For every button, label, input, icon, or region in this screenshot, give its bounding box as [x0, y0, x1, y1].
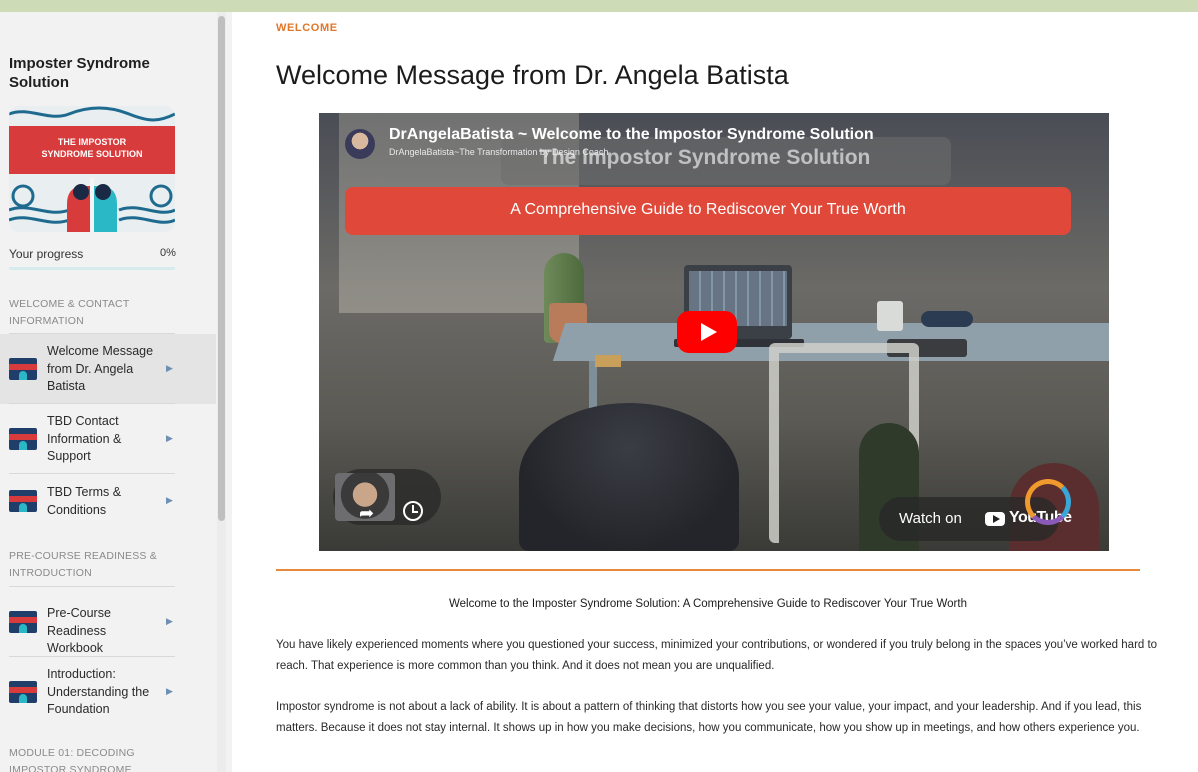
lesson-thumbnail-band — [9, 364, 37, 370]
sidebar-section-header: PRE-COURSE READINESS & INTRODUCTION — [9, 550, 157, 579]
course-thumbnail-title: THE IMPOSTOR SYNDROME SOLUTION — [41, 137, 143, 159]
sidebar-section-header: WELCOME & CONTACT INFORMATION — [9, 298, 130, 327]
play-triangle-icon: ▶ — [166, 616, 173, 626]
content-paragraph-1: You have likely experienced moments wher… — [276, 639, 1158, 672]
video-player[interactable]: The Impostor Syndrome Solution A Compreh… — [319, 113, 1109, 551]
video-scene-cup — [877, 301, 903, 331]
clock-hand-minute — [412, 511, 418, 513]
top-bar — [0, 0, 1198, 12]
video-channel-name[interactable]: DrAngelaBatista~The Transformation by De… — [389, 147, 608, 157]
lesson-label: TBD Terms & Conditions — [47, 485, 122, 517]
lesson-thumbnail-figure — [19, 694, 27, 703]
channel-avatar[interactable] — [345, 129, 375, 159]
sidebar-lesson-item[interactable]: Pre-Course Readiness Workbook ▶ — [0, 587, 216, 657]
lesson-thumbnail-figure — [19, 624, 27, 633]
course-sidebar: Imposter Syndrome Solution THE IMPOSTOR … — [0, 12, 232, 772]
lesson-thumbnail-figure — [19, 503, 27, 512]
play-triangle-icon: ▶ — [166, 433, 173, 443]
lesson-thumbnail-band — [9, 434, 37, 440]
course-thumbnail: THE IMPOSTOR SYNDROME SOLUTION — [9, 106, 175, 232]
sidebar-lesson-item[interactable]: Welcome Message from Dr. Angela Batista ▶ — [0, 334, 216, 404]
play-triangle-icon: ▶ — [166, 363, 173, 373]
video-title[interactable]: DrAngelaBatista ~ Welcome to the Imposto… — [389, 126, 874, 144]
content-subheading: Welcome to the Imposter Syndrome Solutio… — [449, 598, 967, 610]
video-scene-box — [595, 355, 621, 367]
share-icon[interactable]: ➦ — [359, 503, 374, 524]
content-paragraph-2: Impostor syndrome is not about a lack of… — [276, 701, 1142, 734]
course-title: Imposter Syndrome Solution — [9, 55, 150, 91]
watch-on-label: Watch on — [899, 510, 962, 527]
lesson-thumbnail — [9, 681, 37, 703]
sidebar-lesson-item[interactable]: Introduction: Understanding the Foundati… — [0, 657, 216, 727]
lesson-thumbnail — [9, 611, 37, 633]
lesson-thumbnail — [9, 358, 37, 380]
play-triangle-icon: ▶ — [166, 686, 173, 696]
youtube-logo-play-icon — [993, 515, 1000, 523]
progress-label: Your progress — [9, 247, 84, 261]
lesson-thumbnail — [9, 490, 37, 512]
content-divider — [276, 569, 1140, 571]
course-thumbnail-art — [9, 106, 175, 232]
play-icon — [701, 323, 717, 341]
lesson-thumbnail-figure — [19, 371, 27, 380]
progress-bar — [9, 267, 175, 270]
lesson-label: Pre-Course Readiness Workbook — [47, 606, 111, 655]
lesson-label: TBD Contact Information & Support — [47, 414, 122, 463]
video-banner-text: A Comprehensive Guide to Rediscover Your… — [510, 201, 906, 218]
page-title: Welcome Message from Dr. Angela Batista — [276, 60, 789, 90]
lesson-label: Introduction: Understanding the Foundati… — [47, 667, 150, 716]
lesson-thumbnail-band — [9, 687, 37, 693]
sidebar-scroll-thumb[interactable] — [218, 16, 225, 521]
lesson-label: Welcome Message from Dr. Angela Batista — [47, 344, 154, 393]
section-eyebrow: WELCOME — [276, 22, 338, 34]
sidebar-lesson-item[interactable]: TBD Contact Information & Support ▶ — [0, 404, 216, 474]
coach-logo-icon — [1025, 479, 1071, 525]
video-scene-vase — [519, 403, 739, 551]
lesson-thumbnail-band — [9, 617, 37, 623]
video-scene-headphones — [921, 311, 973, 327]
progress-value: 0% — [160, 247, 176, 259]
lesson-thumbnail-figure — [19, 441, 27, 450]
play-triangle-icon: ▶ — [166, 495, 173, 505]
lesson-thumbnail-band — [9, 496, 37, 502]
sidebar-scrollbar[interactable] — [217, 12, 226, 772]
lesson-thumbnail — [9, 428, 37, 450]
lesson-content: WELCOME Welcome Message from Dr. Angela … — [232, 12, 1198, 772]
sidebar-lesson-item[interactable]: TBD Terms & Conditions ▶ — [0, 474, 216, 528]
sidebar-section-header: MODULE 01: DECODING IMPOSTOR SYNDROME — [9, 747, 135, 772]
